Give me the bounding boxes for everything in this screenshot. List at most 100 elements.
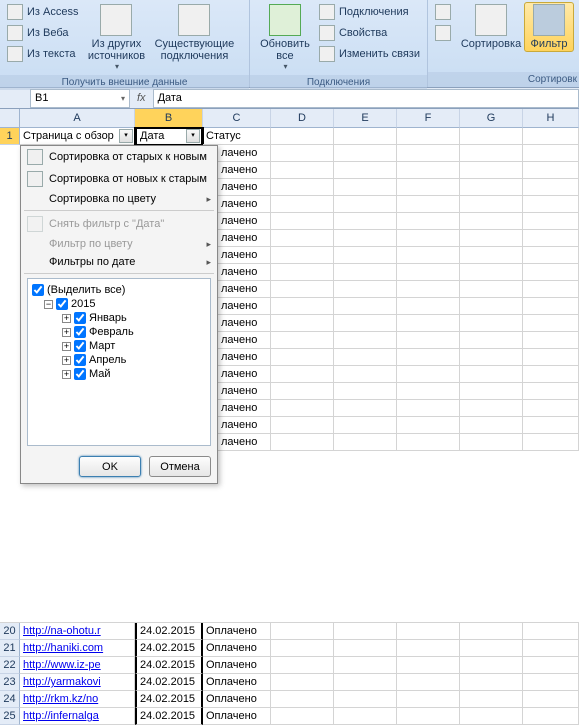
cell[interactable] [334, 417, 397, 434]
cell[interactable] [334, 383, 397, 400]
cell[interactable] [523, 708, 579, 725]
cell[interactable] [271, 349, 334, 366]
cell[interactable] [334, 400, 397, 417]
cell[interactable] [271, 196, 334, 213]
cell[interactable]: http://haniki.com [20, 640, 135, 657]
cell[interactable] [271, 674, 334, 691]
connections-button[interactable]: Подключения [316, 2, 423, 22]
cell[interactable] [460, 691, 523, 708]
cell[interactable] [523, 213, 579, 230]
cell[interactable] [397, 708, 460, 725]
cell[interactable] [523, 298, 579, 315]
cell[interactable] [523, 691, 579, 708]
cell[interactable] [334, 332, 397, 349]
cell[interactable] [397, 434, 460, 451]
cell[interactable] [523, 332, 579, 349]
cell[interactable]: http://www.iz-pe [20, 657, 135, 674]
ok-button[interactable]: OK [79, 456, 141, 477]
checkbox[interactable] [74, 340, 86, 352]
sort-newest-oldest[interactable]: Сортировка от новых к старым [21, 168, 217, 190]
column-header[interactable]: F [397, 109, 460, 128]
checkbox[interactable] [56, 298, 68, 310]
cell[interactable] [397, 674, 460, 691]
cell[interactable]: http://infernalga [20, 708, 135, 725]
other-sources-button[interactable]: Из других источников▾ [81, 2, 151, 73]
cell[interactable] [271, 179, 334, 196]
cell[interactable] [334, 640, 397, 657]
cell[interactable] [271, 691, 334, 708]
cell[interactable]: лачено [218, 213, 271, 230]
cell[interactable] [397, 196, 460, 213]
cell[interactable] [334, 708, 397, 725]
chevron-down-icon[interactable]: ▾ [121, 94, 125, 103]
checkbox[interactable] [74, 368, 86, 380]
cell[interactable]: Оплачено [203, 640, 271, 657]
cell[interactable] [460, 623, 523, 640]
cell[interactable] [523, 162, 579, 179]
cell[interactable] [271, 383, 334, 400]
cell[interactable] [523, 315, 579, 332]
cell[interactable] [334, 349, 397, 366]
cell[interactable] [397, 179, 460, 196]
cell[interactable] [523, 196, 579, 213]
column-header[interactable]: E [334, 109, 397, 128]
cell[interactable] [460, 332, 523, 349]
cell[interactable] [271, 247, 334, 264]
cell[interactable] [271, 623, 334, 640]
cell[interactable]: лачено [218, 281, 271, 298]
cell[interactable] [460, 708, 523, 725]
cell[interactable] [460, 434, 523, 451]
cell[interactable]: лачено [218, 417, 271, 434]
cell[interactable] [460, 417, 523, 434]
cell[interactable] [523, 128, 579, 145]
cell[interactable] [397, 417, 460, 434]
cell[interactable] [523, 434, 579, 451]
cell[interactable] [460, 162, 523, 179]
cell[interactable] [334, 145, 397, 162]
cell[interactable] [334, 213, 397, 230]
properties-button[interactable]: Свойства [316, 23, 423, 43]
cell[interactable]: лачено [218, 434, 271, 451]
cell[interactable]: лачено [218, 366, 271, 383]
cell[interactable]: Оплачено [203, 674, 271, 691]
cell[interactable] [271, 366, 334, 383]
fx-icon[interactable]: fx [137, 92, 146, 104]
cell[interactable] [334, 179, 397, 196]
cell[interactable]: Статус [203, 128, 271, 145]
filter-dropdown-button[interactable]: ▾ [186, 129, 200, 143]
expand-icon[interactable]: + [62, 328, 71, 337]
filter-dropdown-button[interactable]: ▾ [119, 129, 133, 143]
cell[interactable] [271, 332, 334, 349]
cell[interactable]: 24.02.2015 [135, 657, 203, 674]
expand-icon[interactable]: + [62, 314, 71, 323]
cell[interactable] [460, 179, 523, 196]
expand-icon[interactable]: + [62, 356, 71, 365]
cell[interactable] [397, 366, 460, 383]
formula-input[interactable]: Дата [153, 89, 579, 108]
cell[interactable] [523, 230, 579, 247]
sort-oldest-newest[interactable]: Сортировка от старых к новым [21, 146, 217, 168]
cell[interactable] [334, 230, 397, 247]
row-header[interactable]: 20 [0, 623, 20, 640]
row-header[interactable]: 25 [0, 708, 20, 725]
cell[interactable] [523, 400, 579, 417]
cell[interactable] [523, 640, 579, 657]
cell[interactable] [460, 145, 523, 162]
cell[interactable] [271, 708, 334, 725]
cell[interactable] [271, 128, 334, 145]
cell[interactable] [271, 315, 334, 332]
cell[interactable] [334, 315, 397, 332]
cell[interactable]: лачено [218, 145, 271, 162]
cell[interactable]: http://na-ohotu.r [20, 623, 135, 640]
cell[interactable]: лачено [218, 332, 271, 349]
column-header[interactable]: C [203, 109, 271, 128]
cell[interactable] [523, 145, 579, 162]
cell[interactable] [271, 434, 334, 451]
cell[interactable] [334, 247, 397, 264]
cell[interactable] [460, 230, 523, 247]
cell[interactable] [460, 366, 523, 383]
cell[interactable] [397, 332, 460, 349]
refresh-all-button[interactable]: Обновить все▾ [254, 2, 316, 73]
cell[interactable] [334, 657, 397, 674]
cell[interactable]: http://rkm.kz/no [20, 691, 135, 708]
